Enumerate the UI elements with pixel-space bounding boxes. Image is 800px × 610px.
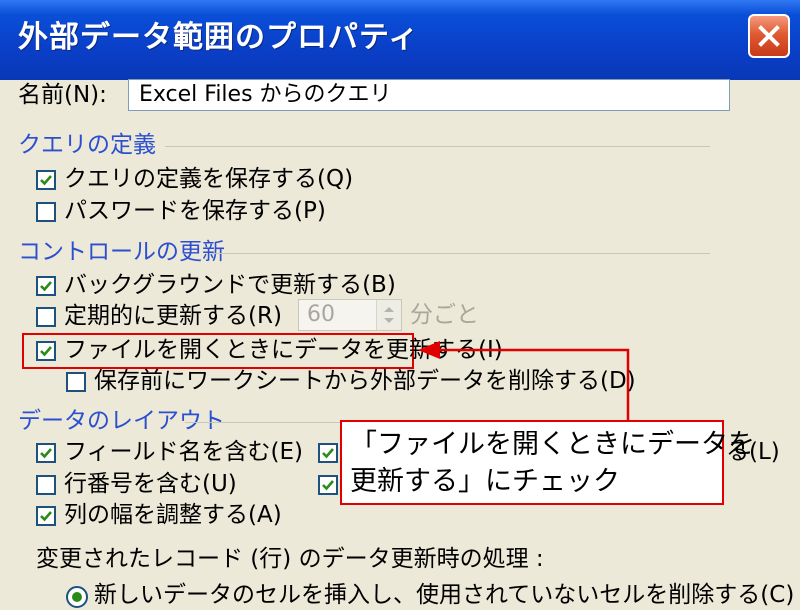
name-label: 名前(N): [18, 82, 107, 108]
interval-unit-label: 分ごと [410, 302, 479, 328]
include-row-numbers-label[interactable]: 行番号を含む(U) [64, 469, 237, 499]
right-option-2-checkbox[interactable] [318, 475, 338, 495]
name-input[interactable]: Excel Files からのクエリ [128, 79, 730, 111]
periodic-refresh-checkbox[interactable] [36, 307, 56, 327]
record-change-label: 変更されたレコード (行) のデータ更新時の処理 : [36, 546, 544, 572]
include-field-names-checkbox[interactable] [36, 443, 56, 463]
adjust-column-width-checkbox[interactable] [36, 506, 56, 526]
periodic-refresh-label[interactable]: 定期的に更新する(R) [64, 301, 282, 331]
dialog-body: 名前(N): Excel Files からのクエリ クエリの定義 クエリの定義を… [0, 79, 800, 608]
spinner-buttons[interactable] [376, 300, 401, 330]
right-option-1-checkbox[interactable] [318, 443, 338, 463]
checkmark-icon [40, 346, 52, 357]
section-data-layout: データのレイアウト [18, 408, 225, 434]
background-refresh-label[interactable]: バックグラウンドで更新する(B) [64, 270, 396, 300]
adjust-column-width-label[interactable]: 列の幅を調整する(A) [64, 500, 282, 530]
radio-dot [72, 592, 82, 602]
section-query-definition: クエリの定義 [18, 132, 156, 158]
remove-before-save-label[interactable]: 保存前にワークシートから外部データを削除する(D) [94, 366, 636, 396]
close-icon [758, 25, 780, 47]
save-password-checkbox[interactable] [36, 202, 56, 222]
annotation-callout: 「ファイルを開くときにデータを 更新する」にチェック [340, 420, 755, 505]
separator [165, 146, 710, 147]
annotation-line-1: 「ファイルを開くときにデータを [350, 429, 755, 460]
remove-before-save-checkbox[interactable] [66, 372, 86, 392]
checkmark-icon [40, 281, 52, 292]
refresh-on-open-checkbox[interactable] [36, 341, 56, 361]
save-query-checkbox[interactable] [36, 170, 56, 190]
refresh-interval-spinner[interactable]: 60 [298, 299, 402, 331]
save-query-label[interactable]: クエリの定義を保存する(Q) [64, 164, 353, 194]
spinner-arrows-icon [384, 307, 394, 323]
separator [212, 253, 710, 254]
checkmark-icon [40, 511, 52, 522]
insert-cells-label[interactable]: 新しいデータのセルを挿入し、使用されていないセルを削除する(C) [94, 580, 794, 610]
annotation-line-2: 更新する」にチェック [350, 466, 620, 497]
checkmark-icon [40, 175, 52, 186]
background-refresh-checkbox[interactable] [36, 276, 56, 296]
title-bar[interactable]: 外部データ範囲のプロパティ [0, 0, 800, 81]
section-refresh-control: コントロールの更新 [18, 239, 225, 265]
include-field-names-label[interactable]: フィールド名を含む(E) [64, 437, 303, 467]
checkmark-icon [322, 480, 334, 491]
window-title: 外部データ範囲のプロパティ [18, 20, 420, 55]
save-password-label[interactable]: パスワードを保存する(P) [64, 196, 326, 226]
checkmark-icon [40, 448, 52, 459]
checkmark-icon [322, 448, 334, 459]
close-button[interactable] [748, 14, 790, 58]
insert-cells-radio[interactable] [66, 586, 88, 608]
refresh-interval-value: 60 [307, 302, 335, 327]
include-row-numbers-checkbox[interactable] [36, 475, 56, 495]
